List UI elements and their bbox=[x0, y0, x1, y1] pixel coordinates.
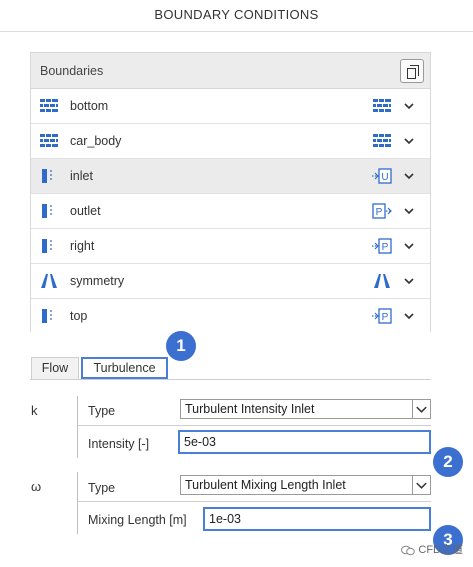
k-type-value: Turbulent Intensity Inlet bbox=[185, 402, 315, 416]
boundary-label: right bbox=[70, 239, 95, 253]
wechat-icon bbox=[401, 545, 416, 555]
chevron-down-icon[interactable] bbox=[402, 239, 416, 253]
k-type-label: Type bbox=[88, 404, 116, 418]
boundaries-panel: Boundaries bottom car_body inlet U outle… bbox=[30, 52, 431, 334]
patch-icon bbox=[42, 309, 52, 323]
pressure-inlet-icon[interactable]: P bbox=[372, 308, 392, 324]
chevron-down-icon bbox=[412, 476, 427, 494]
watermark-text: CFD之道 bbox=[418, 544, 463, 556]
boundary-label: outlet bbox=[70, 204, 101, 218]
condition-letter: U bbox=[381, 172, 388, 183]
tab-turbulence[interactable]: Turbulence bbox=[81, 357, 168, 379]
pressure-inlet-icon[interactable]: P bbox=[372, 238, 392, 254]
wall-icon[interactable] bbox=[372, 133, 392, 149]
wall-icon[interactable] bbox=[372, 98, 392, 114]
condition-letter: P bbox=[382, 312, 389, 323]
patch-icon bbox=[42, 169, 52, 183]
chevron-down-icon[interactable] bbox=[402, 134, 416, 148]
boundaries-header: Boundaries bbox=[31, 53, 430, 89]
pressure-outlet-icon[interactable]: P bbox=[372, 203, 392, 219]
boundary-row-symmetry[interactable]: symmetry bbox=[31, 264, 430, 299]
boundary-row-outlet[interactable]: outlet P bbox=[31, 194, 430, 229]
symmetry-icon[interactable] bbox=[372, 273, 392, 289]
condition-letter: P bbox=[376, 207, 383, 218]
boundary-row-inlet[interactable]: inlet U bbox=[31, 159, 430, 194]
boundary-row-bottom[interactable]: bottom bbox=[31, 89, 430, 124]
mixing-length-label: Mixing Length [m] bbox=[88, 513, 187, 527]
k-group-line bbox=[77, 396, 78, 458]
chevron-down-icon[interactable] bbox=[402, 204, 416, 218]
tab-divider bbox=[30, 379, 431, 380]
watermark: CFD之道 bbox=[401, 541, 463, 557]
boundary-row-right[interactable]: right P bbox=[31, 229, 430, 264]
boundary-label: symmetry bbox=[70, 274, 125, 288]
boundary-label: car_body bbox=[70, 134, 122, 148]
panel-header: BOUNDARY CONDITIONS bbox=[0, 0, 473, 32]
chevron-down-icon[interactable] bbox=[402, 99, 416, 113]
boundary-label: inlet bbox=[70, 169, 93, 183]
velocity-inlet-icon[interactable]: U bbox=[372, 168, 392, 184]
patch-icon bbox=[42, 204, 52, 218]
omega-row-divider bbox=[78, 501, 431, 502]
k-intensity-label: Intensity [-] bbox=[88, 437, 150, 451]
k-row-divider bbox=[78, 425, 431, 426]
boundaries-title: Boundaries bbox=[40, 64, 104, 78]
boundary-row-top[interactable]: top P bbox=[31, 299, 430, 334]
wall-icon bbox=[40, 99, 58, 112]
omega-group-line bbox=[77, 472, 78, 534]
omega-symbol: ω bbox=[31, 479, 42, 494]
chevron-down-icon[interactable] bbox=[402, 309, 416, 323]
callout-badge-2: 2 bbox=[433, 447, 463, 477]
tab-flow[interactable]: Flow bbox=[31, 357, 79, 379]
mixing-length-input[interactable]: 1e-03 bbox=[203, 507, 431, 531]
wall-icon bbox=[40, 134, 58, 147]
callout-badge-1: 1 bbox=[166, 331, 196, 361]
k-type-select[interactable]: Turbulent Intensity Inlet bbox=[180, 399, 431, 419]
omega-type-value: Turbulent Mixing Length Inlet bbox=[185, 478, 346, 492]
boundary-label: top bbox=[70, 309, 88, 323]
chevron-down-icon bbox=[412, 400, 427, 418]
chevron-down-icon[interactable] bbox=[402, 274, 416, 288]
patch-icon bbox=[42, 239, 52, 253]
copy-button[interactable] bbox=[400, 59, 424, 83]
omega-type-label: Type bbox=[88, 481, 116, 495]
boundary-row-car-body[interactable]: car_body bbox=[31, 124, 430, 159]
condition-letter: P bbox=[382, 242, 389, 253]
intensity-input[interactable]: 5e-03 bbox=[178, 430, 431, 454]
symmetry-icon bbox=[41, 274, 57, 288]
mixing-length-value: 1e-03 bbox=[209, 512, 241, 526]
intensity-value: 5e-03 bbox=[184, 435, 216, 449]
chevron-down-icon[interactable] bbox=[402, 169, 416, 183]
page-title: BOUNDARY CONDITIONS bbox=[154, 7, 319, 22]
omega-type-select[interactable]: Turbulent Mixing Length Inlet bbox=[180, 475, 431, 495]
k-symbol: k bbox=[31, 403, 38, 418]
boundary-label: bottom bbox=[70, 99, 109, 113]
